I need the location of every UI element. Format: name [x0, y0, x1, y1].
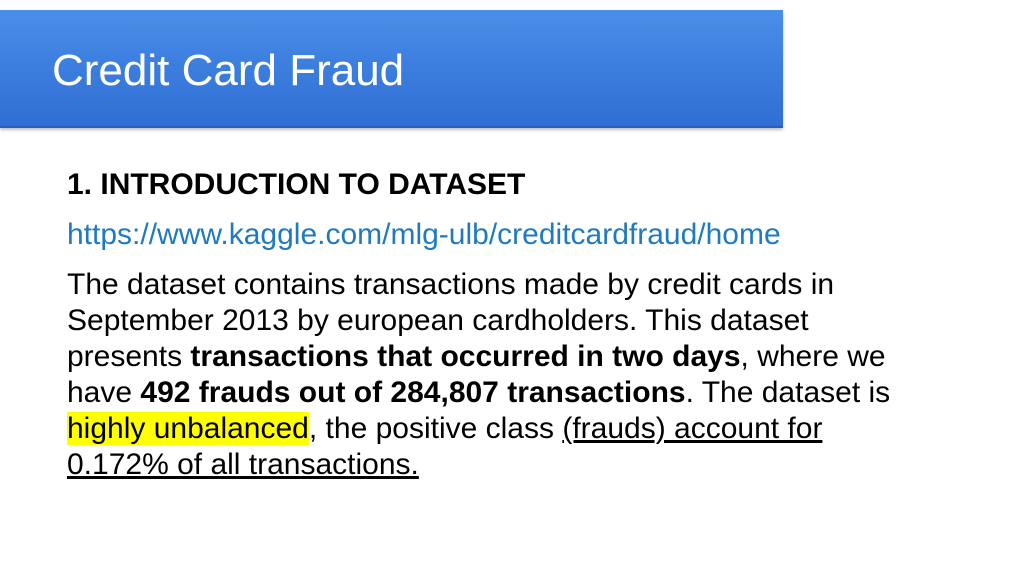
slide: Credit Card Fraud 1. INTRODUCTION TO DAT…: [0, 0, 1024, 576]
description-text-3: . The dataset is: [685, 376, 891, 409]
description-text-4: , the positive class: [308, 412, 563, 445]
section-heading: 1. INTRODUCTION TO DATASET: [67, 168, 526, 201]
dataset-description: The dataset contains transactions made b…: [67, 267, 927, 483]
slide-content: 1. INTRODUCTION TO DATASET https://www.k…: [67, 167, 947, 483]
title-bar: Credit Card Fraud: [0, 10, 783, 128]
description-bold-1: transactions that occurred in two days: [190, 340, 741, 373]
dataset-link[interactable]: https://www.kaggle.com/mlg-ulb/creditcar…: [67, 217, 947, 253]
highlighted-text: highly unbalanced: [67, 412, 309, 445]
description-bold-2: 492 frauds out of 284,807 transactions: [140, 376, 686, 409]
slide-title: Credit Card Fraud: [52, 46, 405, 95]
